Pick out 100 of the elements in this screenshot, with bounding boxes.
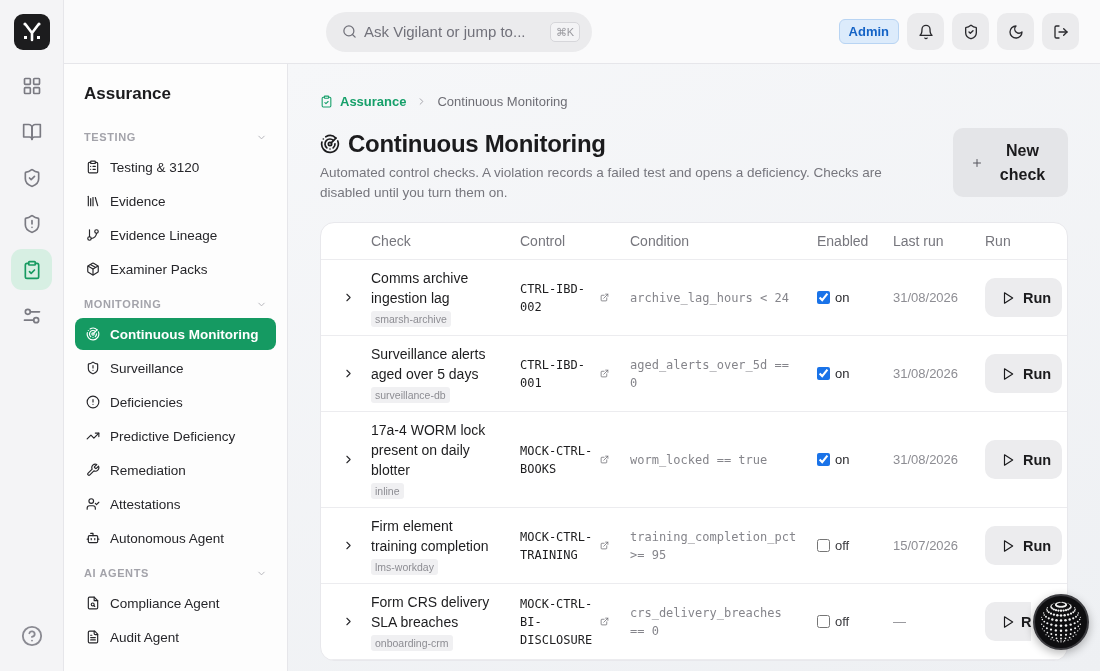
sidebar-item[interactable]: Compliance Agent	[75, 587, 276, 619]
enabled-label: off	[835, 538, 850, 553]
control-link[interactable]: MOCK-CTRL-TRAINING	[520, 527, 596, 564]
file-search-icon	[86, 596, 100, 610]
enabled-checkbox[interactable]	[817, 291, 830, 304]
sidebar-item[interactable]: Remediation	[75, 454, 276, 486]
enabled-checkbox[interactable]	[817, 453, 830, 466]
last-run-date: 31/08/2026	[893, 452, 959, 467]
bell-icon	[917, 23, 934, 40]
logo-icon[interactable]	[13, 14, 50, 50]
robot-icon	[86, 531, 100, 545]
last-run-date: 15/07/2026	[893, 538, 959, 553]
grid-icon	[21, 75, 42, 96]
play-icon	[1001, 614, 1015, 629]
condition-expression: worm_locked == true	[630, 451, 769, 469]
wrench-icon	[86, 463, 100, 477]
notifications-button[interactable]	[907, 13, 944, 50]
source-tag: lms-workday	[371, 559, 438, 575]
control-link[interactable]: CTRL-IBD-001	[520, 355, 596, 392]
enabled-label: on	[835, 290, 850, 305]
external-link-icon	[600, 617, 609, 626]
sidebar-item[interactable]: Continuous Monitoring	[75, 318, 276, 350]
sidebar-item[interactable]: Deficiencies	[75, 386, 276, 418]
last-run-date: 31/08/2026	[893, 366, 959, 381]
external-link-icon	[600, 455, 609, 464]
moon-icon	[1007, 23, 1024, 40]
logout-button[interactable]	[1042, 13, 1079, 50]
run-button[interactable]: Run	[985, 278, 1062, 317]
theme-button[interactable]	[997, 13, 1034, 50]
sidebar-item[interactable]: Evidence Lineage	[75, 219, 276, 251]
last-run-date: —	[893, 614, 906, 629]
column-header: Run	[985, 233, 1012, 249]
sidebar-item[interactable]: Examiner Packs	[75, 253, 276, 285]
external-link-icon	[600, 541, 609, 550]
condition-expression: training_completion_pct >= 95	[630, 528, 798, 564]
nav-rail-item[interactable]	[11, 249, 52, 290]
sidebar-item[interactable]: Evidence	[75, 185, 276, 217]
source-tag: surveillance-db	[371, 387, 450, 403]
user-check-icon	[86, 497, 100, 511]
new-check-button[interactable]: New check	[953, 128, 1068, 197]
condition-expression: crs_delivery_breaches == 0	[630, 604, 783, 640]
run-button[interactable]: R	[985, 602, 1031, 641]
page-title: Continuous Monitoring	[348, 130, 606, 158]
role-badge: Admin	[838, 19, 899, 44]
control-link[interactable]: MOCK-CTRL-BI-DISCLOSURE	[520, 594, 596, 649]
play-icon	[1001, 366, 1015, 381]
clipboard-list-icon	[86, 160, 100, 174]
sidebar-item[interactable]: Audit Agent	[75, 621, 276, 653]
branch-icon	[86, 228, 100, 242]
package-icon	[86, 262, 100, 276]
document-icon	[86, 630, 100, 644]
dotted-globe-icon	[1039, 600, 1083, 644]
security-button[interactable]	[952, 13, 989, 50]
enabled-checkbox[interactable]	[817, 367, 830, 380]
run-button[interactable]: Run	[985, 526, 1062, 565]
external-link-icon	[600, 369, 609, 378]
column-header: Check	[371, 233, 412, 249]
search-icon	[342, 24, 357, 39]
enabled-label: off	[835, 614, 850, 629]
run-button[interactable]: Run	[985, 354, 1062, 393]
run-button[interactable]: Run	[985, 440, 1062, 479]
plus-icon	[971, 156, 983, 169]
radar-icon	[86, 327, 100, 341]
condition-expression: aged_alerts_over_5d == 0	[630, 356, 790, 392]
source-tag: smarsh-archive	[371, 311, 451, 327]
check-name: Form CRS delivery SLA breaches	[371, 593, 491, 632]
sidebar-item[interactable]: Surveillance	[75, 352, 276, 384]
breadcrumb-current: Continuous Monitoring	[437, 93, 568, 109]
source-tag: onboarding-crm	[371, 635, 453, 651]
sidebar-item[interactable]: Attestations	[75, 488, 276, 520]
sidebar-item[interactable]: Testing & 3120	[75, 151, 276, 183]
shield-check-icon	[962, 23, 979, 40]
books-icon	[86, 194, 100, 208]
check-name: 17a-4 WORM lock present on daily blotter	[371, 421, 487, 480]
page-description: Automated control checks. A violation records a failed test and opens a deficiency. Checks are disabled until you turn them on.	[320, 164, 883, 202]
alert-icon	[86, 395, 100, 409]
clipboard-check-icon	[320, 94, 333, 108]
condition-expression: archive_lag_hours < 24	[630, 289, 790, 307]
check-name: Surveillance alerts aged over 5 days	[371, 345, 487, 384]
play-icon	[1001, 538, 1015, 553]
source-tag: inline	[371, 483, 404, 499]
enabled-checkbox[interactable]	[817, 539, 830, 552]
column-header: Control	[520, 233, 567, 249]
column-header: Condition	[630, 233, 691, 249]
control-link[interactable]: MOCK-CTRL-BOOKS	[520, 441, 596, 478]
shield-alert-icon	[86, 361, 100, 375]
column-header: Last run	[893, 233, 945, 249]
logout-icon	[1052, 23, 1069, 40]
last-run-date: 31/08/2026	[893, 290, 959, 305]
radar-icon	[320, 134, 340, 154]
check-name: Firm element training completion	[371, 517, 490, 556]
play-icon	[1001, 290, 1015, 305]
help-icon[interactable]	[20, 625, 43, 647]
enabled-checkbox[interactable]	[817, 615, 830, 628]
enabled-label: on	[835, 366, 850, 381]
control-link[interactable]: CTRL-IBD-002	[520, 279, 596, 316]
sidebar-item[interactable]: Autonomous Agent	[75, 522, 276, 554]
column-header: Enabled	[817, 233, 870, 249]
sidebar-item[interactable]: Predictive Deficiency	[75, 420, 276, 452]
enabled-label: on	[835, 452, 850, 467]
